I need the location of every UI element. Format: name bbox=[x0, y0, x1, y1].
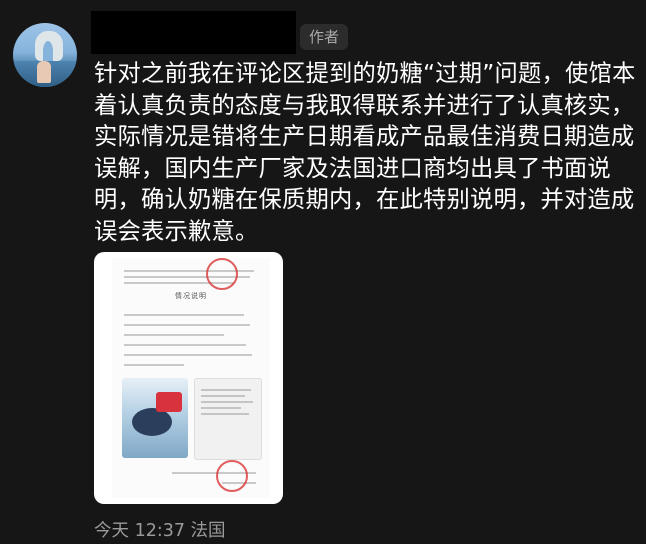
document-title: 情况说明 bbox=[175, 292, 207, 300]
package-text-line bbox=[201, 407, 241, 409]
attachment-image[interactable]: 情况说明 bbox=[94, 252, 283, 504]
package-text-line bbox=[201, 395, 245, 397]
doc-text-line bbox=[124, 324, 250, 326]
document-photo: 情况说明 bbox=[112, 258, 270, 498]
comment-text: 针对之前我在评论区提到的奶糖“过期”问题，使馆本着认真负责的态度与我取得联系并进… bbox=[94, 60, 636, 245]
doc-text-line bbox=[124, 354, 252, 356]
package-label bbox=[156, 392, 182, 412]
package-text-line bbox=[201, 389, 251, 391]
doc-text-line bbox=[124, 344, 246, 346]
package-text-line bbox=[201, 401, 253, 403]
avatar-figure bbox=[37, 61, 51, 83]
red-seal-icon bbox=[216, 460, 248, 492]
product-package-back bbox=[194, 378, 262, 460]
redacted-username bbox=[91, 11, 296, 54]
comment-timestamp: 今天 12:37 法国 bbox=[94, 521, 226, 541]
doc-text-line bbox=[124, 364, 184, 366]
doc-text-line bbox=[124, 314, 244, 316]
product-package-front bbox=[122, 378, 188, 458]
doc-text-line bbox=[124, 334, 224, 336]
avatar[interactable] bbox=[13, 23, 77, 87]
package-graphic bbox=[132, 408, 172, 436]
package-text-line bbox=[201, 413, 249, 415]
red-seal-icon bbox=[206, 258, 238, 290]
author-badge: 作者 bbox=[300, 24, 348, 50]
avatar-arch bbox=[43, 41, 53, 61]
